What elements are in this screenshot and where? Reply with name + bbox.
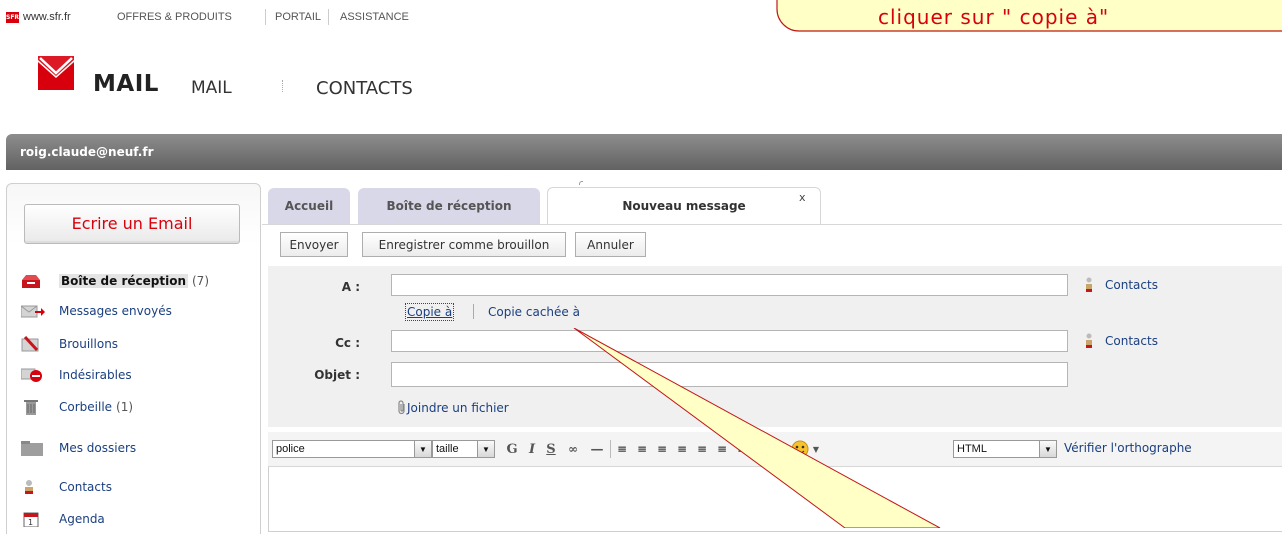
attach-file-link[interactable]: Joindre un fichier — [397, 400, 509, 415]
trash-icon — [21, 399, 41, 415]
tab-inbox[interactable]: Boîte de réception — [358, 188, 540, 224]
chevron-down-icon: ▼ — [414, 441, 431, 457]
sidebar-item-label: Corbeille — [59, 400, 113, 414]
site-link[interactable]: www.sfr.fr — [23, 11, 71, 23]
cc-contacts-link[interactable]: Contacts — [1085, 333, 1158, 349]
trash-count: (1) — [116, 400, 134, 414]
nav-assistance[interactable]: ASSISTANCE — [340, 11, 409, 23]
close-tab-icon[interactable]: x — [799, 191, 806, 204]
size-select[interactable]: taille ▼ — [432, 440, 495, 458]
attach-file-label: Joindre un fichier — [407, 400, 509, 415]
tab-underline — [262, 224, 1282, 225]
sidebar-item-folders[interactable]: Mes dossiers — [21, 437, 136, 459]
format-select-value: HTML — [957, 443, 987, 455]
sfr-logo[interactable]: SFR — [6, 12, 19, 23]
size-select-value: taille — [436, 443, 459, 455]
brand-title: MAIL — [93, 71, 159, 97]
unread-count: (7) — [192, 274, 209, 288]
font-select-value: police — [276, 443, 305, 455]
cancel-button[interactable]: Annuler — [575, 232, 646, 257]
nav-divider — [328, 9, 329, 25]
tab-corner-mark — [579, 181, 583, 185]
tab-accueil[interactable]: Accueil — [268, 188, 350, 224]
bold-icon[interactable]: G — [504, 440, 520, 458]
sidebar-item-drafts[interactable]: Brouillons — [21, 333, 118, 355]
copy-to-link[interactable]: Copie à — [404, 303, 455, 321]
font-select[interactable]: police ▼ — [272, 440, 432, 458]
format-select[interactable]: HTML ▼ — [953, 440, 1057, 458]
contacts-label: Contacts — [1105, 334, 1158, 348]
links-divider — [473, 304, 474, 319]
user-bar: roig.claude@neuf.fr — [6, 134, 1282, 170]
send-button[interactable]: Envoyer — [280, 232, 348, 257]
callout-text: cliquer sur " copie à" — [878, 5, 1110, 29]
tab-new-message[interactable]: Nouveau message — [547, 187, 821, 224]
calendar-icon: 1 — [21, 511, 41, 528]
mail-envelope-logo-icon[interactable] — [36, 54, 76, 92]
sidebar-item-sent[interactable]: Messages envoyés — [20, 300, 172, 322]
brand-nav-divider — [282, 80, 283, 92]
nav-portail[interactable]: PORTAIL — [275, 11, 321, 23]
paperclip-icon — [398, 400, 405, 415]
sidebar-item-label: Indésirables — [59, 368, 132, 382]
nav-offres-produits[interactable]: OFFRES & PRODUITS — [117, 11, 232, 23]
sidebar-item-label: Contacts — [59, 480, 112, 494]
compose-email-button[interactable]: Ecrire un Email — [24, 204, 240, 244]
chevron-down-icon: ▼ — [1039, 441, 1056, 457]
contacts-icon — [21, 479, 41, 495]
sent-icon — [20, 303, 45, 319]
sidebar-item-trash[interactable]: Corbeille (1) — [21, 396, 133, 418]
contacts-icon — [1085, 277, 1093, 293]
user-email: roig.claude@neuf.fr — [20, 145, 154, 159]
underline-icon[interactable]: S — [544, 440, 558, 458]
sidebar-item-label: Boîte de réception — [59, 274, 188, 288]
to-field[interactable] — [391, 274, 1068, 296]
spam-icon — [20, 367, 42, 383]
sidebar: Ecrire un Email Boîte de réception (7) M… — [6, 183, 261, 534]
subject-label: Objet : — [314, 368, 360, 382]
brand-nav-contacts[interactable]: CONTACTS — [316, 78, 413, 99]
inbox-icon — [21, 273, 41, 289]
save-draft-button[interactable]: Enregistrer comme brouillon — [362, 232, 566, 257]
contacts-icon — [1085, 333, 1093, 349]
italic-icon[interactable]: I — [525, 440, 539, 458]
sidebar-item-spam[interactable]: Indésirables — [20, 364, 132, 386]
drafts-icon — [21, 335, 41, 352]
callout-pointer — [573, 328, 941, 528]
bcc-link[interactable]: Copie cachée à — [488, 305, 580, 319]
brand-nav-mail[interactable]: MAIL — [191, 78, 232, 98]
nav-divider — [265, 9, 266, 25]
to-label: A : — [341, 280, 360, 294]
sidebar-item-inbox[interactable]: Boîte de réception (7) — [21, 270, 209, 292]
sidebar-item-label: Agenda — [59, 512, 105, 526]
sidebar-item-label: Mes dossiers — [59, 441, 137, 455]
callout-bubble: cliquer sur " copie à" — [776, 0, 1282, 32]
sidebar-item-calendar[interactable]: 1 Agenda — [21, 508, 105, 530]
to-contacts-link[interactable]: Contacts — [1085, 277, 1158, 293]
chevron-down-icon: ▼ — [477, 441, 494, 457]
contacts-label: Contacts — [1105, 278, 1158, 292]
spellcheck-link[interactable]: Vérifier l'orthographe — [1064, 441, 1192, 455]
cc-label: Cc : — [335, 336, 360, 350]
sidebar-item-label: Brouillons — [59, 337, 119, 351]
sidebar-item-label: Messages envoyés — [59, 304, 172, 318]
folder-icon — [21, 440, 43, 456]
sidebar-item-contacts[interactable]: Contacts — [21, 476, 112, 498]
